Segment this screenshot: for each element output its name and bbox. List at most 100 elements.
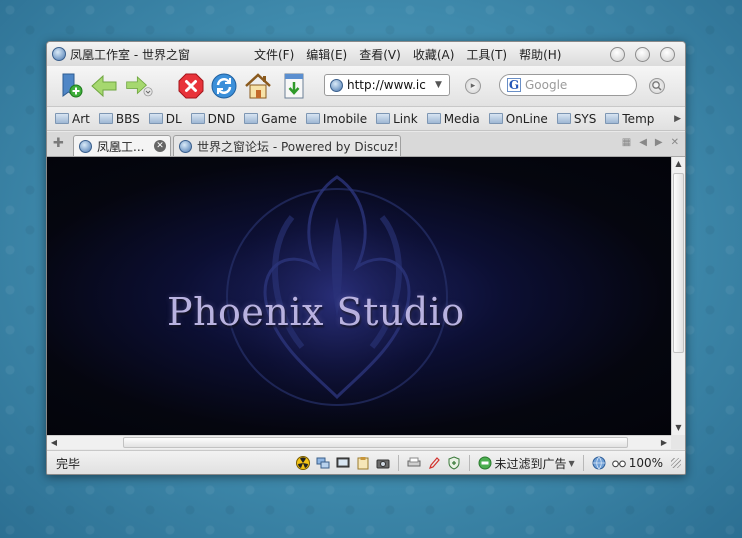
address-bar: ▼ [324,74,450,96]
clipboard-icon[interactable] [356,456,370,470]
maximize-button[interactable] [635,46,650,62]
tab-scroll-left-icon[interactable]: ◀ [639,137,647,148]
bookmark-add-icon[interactable] [57,72,85,100]
tab-close-icon[interactable]: ✕ [154,140,166,152]
tab-grid-icon[interactable]: ▦ [622,137,631,148]
horizontal-scrollbar[interactable]: ◀ ▶ [47,435,671,449]
vertical-scroll-thumb[interactable] [673,173,684,353]
bookmark-label: Link [393,111,418,126]
close-window-button[interactable] [660,46,675,62]
menu-favorites[interactable]: 收藏(A) [407,46,461,63]
bookmarks-bar: Art BBS DL DND Game Imobile Link Media O… [47,107,685,131]
bookmark-label: Imobile [322,111,368,126]
bookmark-folder[interactable]: DL [148,111,182,126]
close-all-tabs-icon[interactable]: ✕ [671,137,679,148]
scrollbar-corner [671,435,685,449]
bookmark-label: Media [443,111,480,126]
menu-view[interactable]: 查看(V) [353,46,407,63]
address-dropdown-icon[interactable]: ▼ [435,80,442,90]
tab-scroll-right-icon[interactable]: ▶ [655,137,663,148]
pen-icon[interactable] [427,456,441,470]
page-viewport: Phoenix Studio [47,157,671,435]
status-bar: 完毕 未过滤到广告 ▼ 100% [47,450,685,474]
bookmark-folder[interactable]: Imobile [305,111,368,126]
radiation-icon[interactable] [295,456,310,470]
back-arrow-icon[interactable] [90,72,118,100]
ad-filter-dropdown-icon[interactable]: ▼ [569,459,575,468]
globe-icon[interactable] [592,456,606,470]
status-text: 完毕 [56,456,81,471]
title-bar: 凤凰工作室 - 世界之窗 文件(F) 编辑(E) 查看(V) 收藏(A) 工具(… [47,42,685,66]
bookmarks-overflow-icon[interactable]: ▶ [674,114,681,124]
scroll-left-icon[interactable]: ◀ [47,436,61,449]
zoom-level: 100% [628,456,663,470]
google-icon[interactable]: G [507,78,521,92]
menu-edit[interactable]: 编辑(E) [300,46,353,63]
address-input[interactable] [347,78,433,92]
window-controls [610,46,675,62]
menu-help[interactable]: 帮助(H) [513,46,567,63]
scroll-up-icon[interactable]: ▲ [672,157,685,171]
bookmark-folder[interactable]: Game [244,112,297,126]
app-globe-icon [52,47,66,61]
resize-grip[interactable] [671,458,681,468]
print-icon[interactable] [407,456,421,470]
camera-icon[interactable] [376,456,390,470]
menu-file[interactable]: 文件(F) [248,46,300,63]
minimize-button[interactable] [610,46,625,62]
shield-icon[interactable] [447,456,461,470]
tab-globe-icon [179,139,192,153]
folder-icon [190,113,205,124]
bookmark-folder[interactable]: Temp [605,112,654,126]
browser-window: 凤凰工作室 - 世界之窗 文件(F) 编辑(E) 查看(V) 收藏(A) 工具(… [46,41,686,475]
status-separator [397,455,399,471]
tab-label: 凤凰工... [97,139,145,154]
vertical-scrollbar[interactable]: ▲ ▼ [671,157,685,435]
bookmark-folder[interactable]: OnLine [488,111,548,126]
tab-globe-icon [79,139,92,153]
ad-filter-status[interactable]: 未过滤到广告 ▼ [478,455,575,472]
search-go-button[interactable] [649,78,665,94]
zoom-glasses-icon [611,460,626,468]
bookmark-label: DL [165,111,182,126]
scroll-down-icon[interactable]: ▼ [672,421,685,435]
bookmark-folder[interactable]: Link [376,112,418,126]
folder-icon [55,113,69,124]
folder-icon [488,113,503,124]
scroll-right-icon[interactable]: ▶ [657,436,671,449]
zoom-control[interactable]: 100% [611,456,663,470]
folder-icon [376,113,391,124]
bookmark-label: Art [72,111,90,126]
home-icon[interactable] [244,72,272,100]
horizontal-scroll-thumb[interactable] [123,437,628,448]
bookmark-label: Game [261,111,297,126]
new-tab-icon[interactable]: ✚ [53,136,64,151]
forward-arrow-icon[interactable] [125,72,153,100]
bookmark-folder[interactable]: DND [190,111,236,126]
folder-icon [148,113,163,124]
tab-discuz-forum[interactable]: 世界之窗论坛 - Powered by Discuz! [173,135,401,156]
status-separator [468,455,470,471]
search-input[interactable] [525,78,625,92]
tab-phoenix-studio[interactable]: 凤凰工... ✕ [73,135,171,156]
bookmark-label: OnLine [505,111,548,126]
stop-icon[interactable] [177,72,205,100]
network-icon[interactable] [316,456,330,470]
bookmark-folder[interactable]: BBS [98,111,140,126]
folder-icon [98,113,113,124]
go-button[interactable]: ▸ [465,78,481,94]
folder-icon [556,113,571,124]
menu-tools[interactable]: 工具(T) [460,46,513,63]
bookmark-label: DND [207,111,236,126]
refresh-icon[interactable] [210,72,238,100]
search-bar: G [499,74,637,96]
screen-icon[interactable] [336,456,350,470]
bookmark-folder[interactable]: SYS [556,112,596,126]
folder-icon [605,113,620,124]
bookmark-folder[interactable]: Media [426,111,480,126]
bookmark-folder[interactable]: Art [55,112,90,126]
download-icon[interactable] [280,72,308,100]
ad-filter-label: 未过滤到广告 [494,456,567,471]
bookmark-label: BBS [115,111,140,126]
folder-icon [426,113,441,124]
